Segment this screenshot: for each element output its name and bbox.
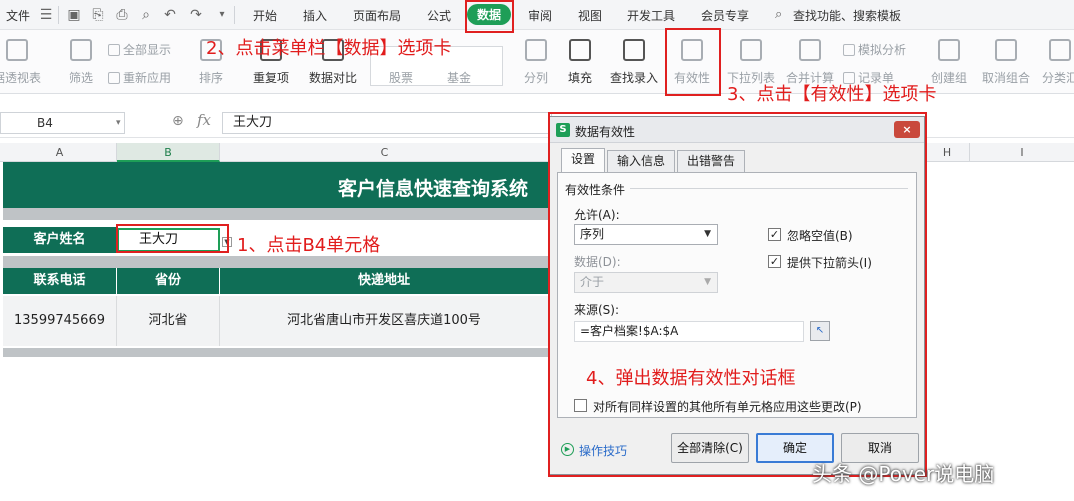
cell-phone[interactable]: 13599745669	[3, 296, 117, 346]
subtotal-button[interactable]: 分类汇	[1040, 30, 1074, 94]
show-all-button[interactable]: 全部显示	[108, 41, 171, 58]
fx-icon[interactable]: fx	[197, 111, 211, 129]
group-icon	[938, 39, 960, 61]
fund-button[interactable]: 基金	[447, 69, 471, 86]
name-box[interactable]: B4	[0, 112, 125, 134]
sheet-title: 客户信息快速查询系统	[337, 178, 528, 200]
annotation-step-3: 3、点击【有效性】选项卡	[727, 84, 937, 105]
chevron-down-icon[interactable]: ▾	[214, 7, 230, 23]
divider	[58, 6, 59, 24]
annotation-box-dialog	[548, 112, 927, 477]
filter-icon	[70, 39, 92, 61]
menu-bar: 文件 ☰ ▣ ⎘ ⎙ ⌕ ↶ ↷ ▾ 开始 插入 页面布局 公式 数据 审阅 视…	[0, 0, 1074, 30]
what-if-button[interactable]: 模拟分析	[843, 41, 906, 58]
spacer-band	[3, 256, 548, 268]
annotation-box-b4	[116, 224, 229, 253]
tab-formulas[interactable]: 公式	[427, 7, 451, 24]
split-icon	[525, 39, 547, 61]
column-header-h[interactable]: H	[925, 143, 970, 162]
annotation-step-1: 1、点击B4单元格	[237, 235, 381, 256]
undo-icon[interactable]: ↶	[162, 7, 178, 23]
cell-province[interactable]: 河北省	[117, 296, 220, 346]
search-box[interactable]: 查找功能、搜索模板	[793, 7, 901, 24]
fill-button[interactable]: 填充	[560, 30, 600, 94]
pivot-icon	[6, 39, 28, 61]
reapply-button[interactable]: 重新应用	[108, 69, 171, 86]
export-icon[interactable]: ⎘	[90, 7, 106, 23]
tab-developer[interactable]: 开发工具	[627, 7, 675, 24]
column-header-b[interactable]: B	[117, 143, 220, 162]
tab-insert[interactable]: 插入	[303, 7, 327, 24]
what-if-icon	[843, 44, 855, 56]
lookup-entry-button[interactable]: 查找录入	[606, 30, 662, 94]
menu-file[interactable]: 文件	[6, 7, 30, 24]
formula-input[interactable]: 王大刀	[222, 112, 552, 134]
cell-address[interactable]: 河北省唐山市开发区喜庆道100号	[220, 296, 548, 346]
annotation-step-4: 4、弹出数据有效性对话框	[586, 368, 796, 389]
tab-review[interactable]: 审阅	[528, 7, 552, 24]
reapply-icon	[108, 72, 120, 84]
stock-button[interactable]: 股票	[389, 69, 413, 86]
sheet-title-band: 客户信息快速查询系统	[3, 162, 548, 208]
divider	[234, 6, 235, 24]
annotation-box-data-tab	[465, 0, 514, 33]
zoom-icon[interactable]: ⊕	[172, 113, 184, 129]
spacer-band	[3, 348, 548, 357]
dropdown-list-icon	[740, 39, 762, 61]
tab-view[interactable]: 视图	[578, 7, 602, 24]
watermark: 头条 @Pover说电脑	[812, 462, 995, 486]
customer-name-label: 客户姓名	[3, 227, 117, 253]
print-icon[interactable]: ⎙	[114, 7, 130, 23]
header-province: 省份	[117, 268, 220, 294]
header-address: 快递地址	[220, 268, 548, 294]
show-all-icon	[108, 44, 120, 56]
column-header-c[interactable]: C	[220, 143, 550, 162]
pivot-table-button[interactable]: 据透视表	[0, 30, 44, 94]
column-header-i[interactable]: I	[970, 143, 1074, 162]
save-icon[interactable]: ▣	[66, 7, 82, 23]
filter-button[interactable]: 筛选	[58, 30, 104, 94]
chevron-down-icon[interactable]: ▾	[116, 118, 121, 128]
menu-toggle-icon[interactable]: ☰	[38, 7, 54, 23]
column-header-a[interactable]: A	[3, 143, 117, 162]
annotation-box-validation	[665, 28, 721, 96]
consolidate-icon	[799, 39, 821, 61]
ungroup-button[interactable]: 取消组合	[976, 30, 1036, 94]
fill-icon	[569, 39, 591, 61]
ungroup-icon	[995, 39, 1017, 61]
subtotal-icon	[1049, 39, 1071, 61]
spacer-band	[3, 208, 548, 220]
redo-icon[interactable]: ↷	[188, 7, 204, 23]
preview-icon[interactable]: ⌕	[138, 7, 154, 23]
search-icon[interactable]: ⌕	[775, 7, 782, 22]
split-column-button[interactable]: 分列	[514, 30, 558, 94]
header-phone: 联系电话	[3, 268, 117, 294]
lookup-icon	[623, 39, 645, 61]
annotation-step-2: 2、点击菜单栏【数据】选项卡	[206, 38, 452, 59]
tab-member[interactable]: 会员专享	[701, 7, 749, 24]
tab-page-layout[interactable]: 页面布局	[353, 7, 401, 24]
tab-home[interactable]: 开始	[253, 7, 277, 24]
